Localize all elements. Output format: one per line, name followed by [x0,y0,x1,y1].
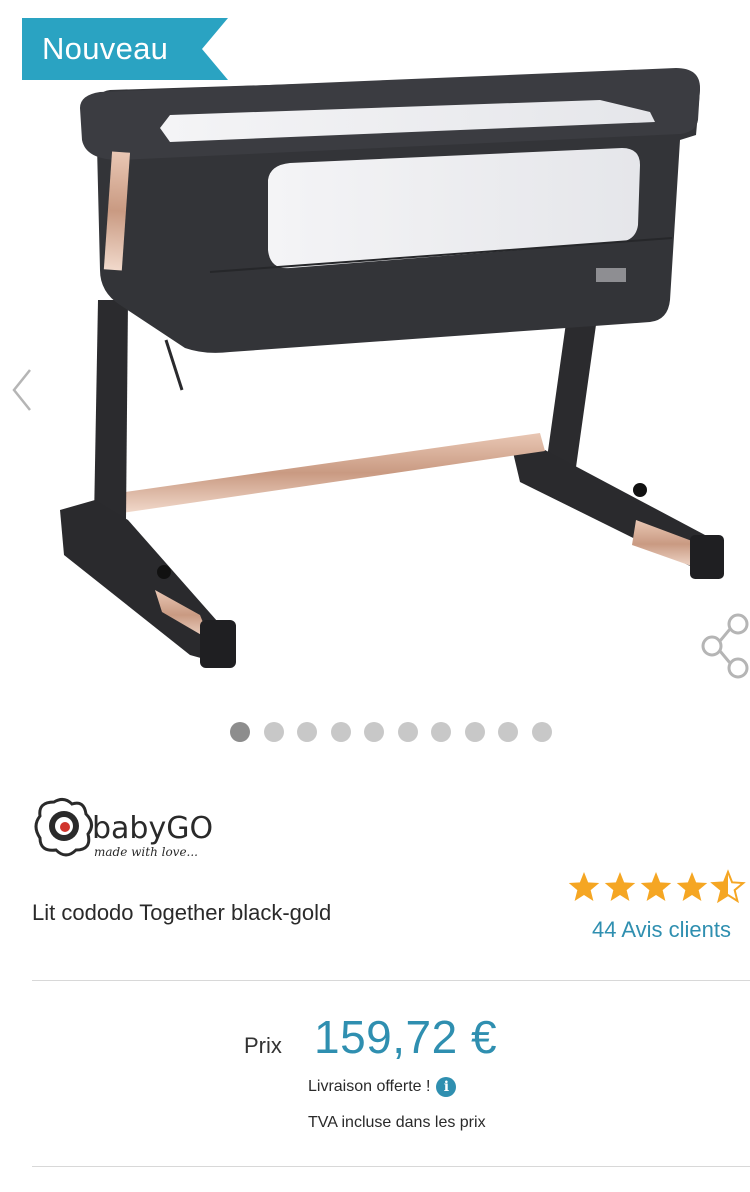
carousel-dot[interactable] [263,722,284,742]
star-icon [568,872,600,901]
star-icon [710,869,746,904]
carousel-dot[interactable] [531,722,552,742]
brand-tagline: made with love... [94,845,198,859]
carousel-dot[interactable] [464,722,485,742]
new-badge-label: Nouveau [42,31,169,66]
reviews-link[interactable]: 44 Avis clients [592,917,731,943]
divider [32,1166,750,1167]
carousel-dot[interactable] [297,722,317,742]
carousel-prev-button[interactable] [4,362,40,418]
carousel-dot[interactable] [397,722,418,742]
new-badge: Nouveau [22,18,228,80]
product-title: Lit cododo Together black-gold [32,900,332,925]
carousel-dot[interactable] [431,722,451,742]
carousel-dot[interactable] [230,722,250,742]
brand-name: babyGO [92,811,213,846]
chevron-left-icon [12,369,31,411]
carousel-dot[interactable] [498,722,518,742]
vat-text: TVA incluse dans les prix [308,1114,486,1131]
price-value: 159,72 € [314,1011,498,1063]
shipping-text: Livraison offerte ! [308,1078,431,1095]
carousel-dots [230,722,552,744]
shipping-info: Livraison offerte ! i [308,1077,457,1097]
star-icon [640,872,672,901]
info-icon[interactable]: i [436,1077,457,1097]
star-icon [676,872,708,901]
price-label: Prix [244,1033,282,1058]
share-icon [701,613,749,679]
carousel-dot[interactable] [330,722,351,742]
star-rating[interactable] [566,868,750,908]
carousel-dot[interactable] [364,722,384,742]
share-button[interactable] [698,612,750,682]
divider [32,980,750,981]
brand-logo[interactable]: babyGO made with love... [34,796,244,862]
star-icon [604,872,636,901]
product-image[interactable] [0,40,750,700]
